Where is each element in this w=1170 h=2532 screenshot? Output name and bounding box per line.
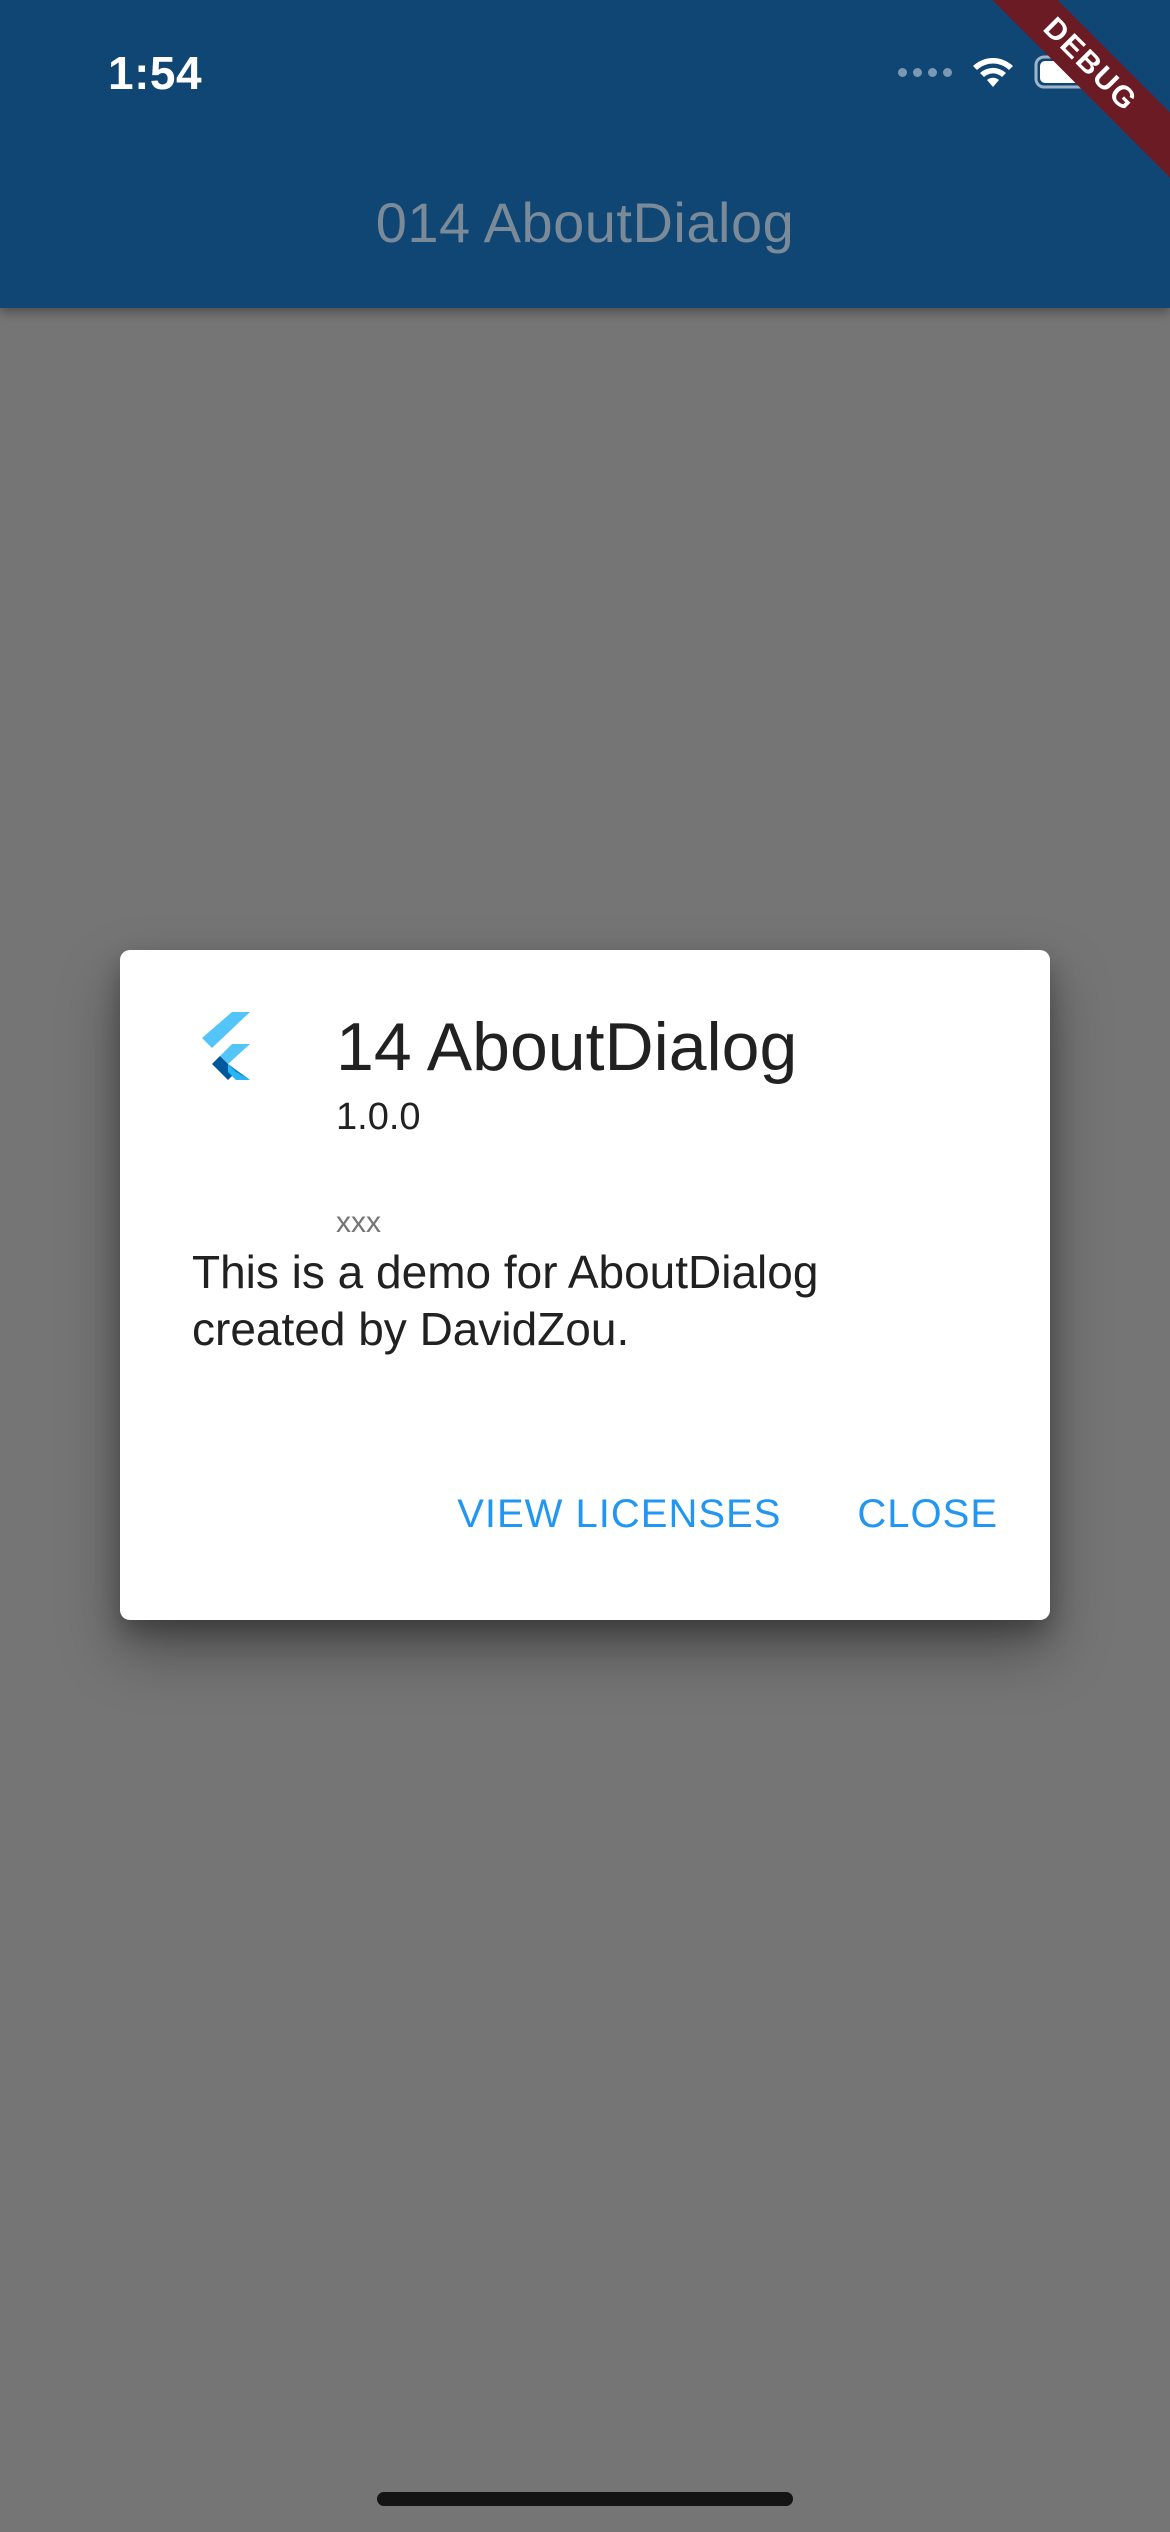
app-bar-title: 014 AboutDialog xyxy=(375,191,795,254)
dialog-actions: VIEW LICENSES CLOSE xyxy=(457,1492,998,1537)
close-button[interactable]: CLOSE xyxy=(857,1492,998,1537)
about-dialog: 14 AboutDialog 1.0.0 xxx This is a demo … xyxy=(120,950,1050,1620)
dialog-app-name: 14 AboutDialog xyxy=(336,1009,798,1085)
flutter-logo-icon xyxy=(202,1012,250,1080)
app-bar: 1:54 014 AboutDialog xyxy=(0,0,1170,308)
status-time: 1:54 xyxy=(108,47,203,99)
home-indicator[interactable] xyxy=(377,2492,793,2506)
dialog-version: 1.0.0 xyxy=(336,1096,421,1138)
wifi-icon xyxy=(973,58,1013,87)
view-licenses-button[interactable]: VIEW LICENSES xyxy=(457,1492,781,1537)
dialog-body-text: This is a demo for AboutDialog created b… xyxy=(192,1246,819,1355)
dialog-legalese: xxx xyxy=(336,1206,381,1239)
signal-icon xyxy=(898,67,952,77)
